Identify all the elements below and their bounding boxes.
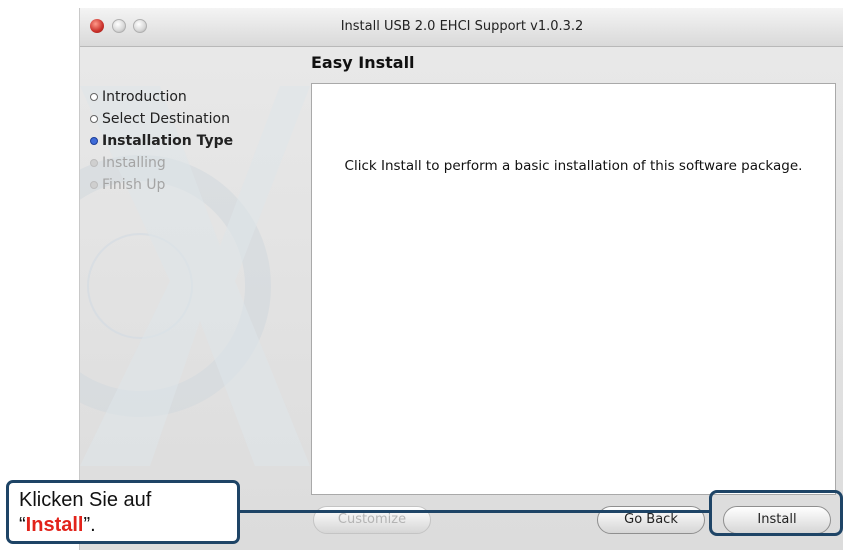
callout-prefix: Klicken Sie auf <box>19 489 152 511</box>
step-bullet-icon <box>90 181 98 189</box>
step-bullet-icon <box>90 137 98 145</box>
window-title: Install USB 2.0 EHCI Support v1.0.3.2 <box>340 19 584 34</box>
instruction-callout: Klicken Sie auf “Install”. <box>6 480 240 544</box>
step-select-destination: Select Destination <box>90 108 233 130</box>
installer-steps: Introduction Select Destination Installa… <box>90 86 233 196</box>
step-bullet-icon <box>90 115 98 123</box>
step-label: Select Destination <box>102 111 230 127</box>
install-message: Click Install to perform a basic install… <box>344 158 803 174</box>
callout-suffix: ”. <box>83 514 96 536</box>
step-introduction: Introduction <box>90 86 233 108</box>
step-installing: Installing <box>90 152 233 174</box>
title-bar[interactable]: Install USB 2.0 EHCI Support v1.0.3.2 <box>80 8 843 47</box>
callout-connector-line <box>240 510 710 513</box>
callout-highlight: Install <box>25 514 84 536</box>
step-bullet-icon <box>90 93 98 101</box>
step-label: Introduction <box>102 89 187 105</box>
step-label: Installing <box>102 155 166 171</box>
step-installation-type: Installation Type <box>90 130 233 152</box>
installer-window: Install USB 2.0 EHCI Support v1.0.3.2 In… <box>79 8 843 550</box>
step-bullet-icon <box>90 159 98 167</box>
step-label: Finish Up <box>102 177 166 193</box>
install-button-highlight-ring <box>709 490 843 536</box>
callout-open-quote: “ <box>19 514 26 536</box>
step-finish-up: Finish Up <box>90 174 233 196</box>
pane-title: Easy Install <box>311 53 415 72</box>
step-label: Installation Type <box>102 133 234 149</box>
content-panel: Click Install to perform a basic install… <box>311 83 836 495</box>
